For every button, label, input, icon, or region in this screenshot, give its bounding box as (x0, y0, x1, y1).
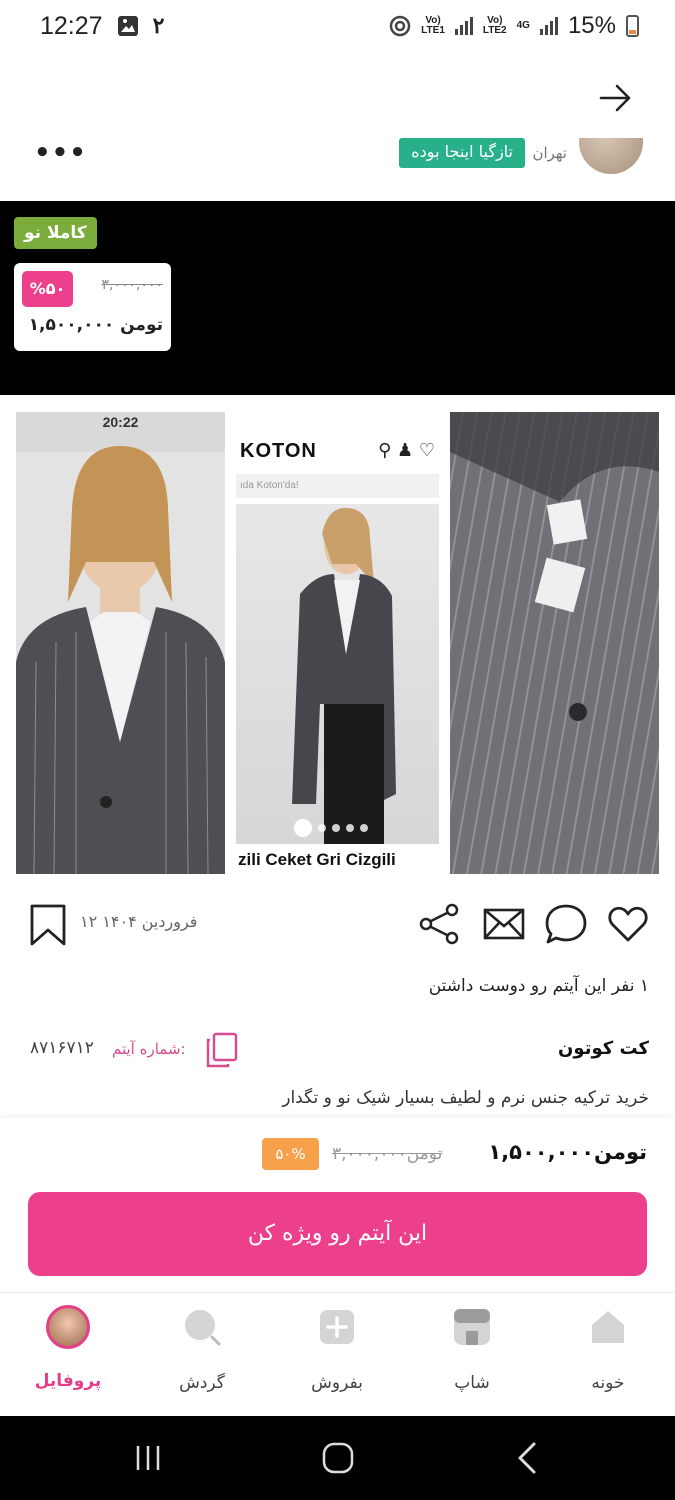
nav-explore[interactable]: گردش (142, 1307, 262, 1393)
photo-brand-logo: KOTON (240, 440, 317, 462)
search-icon (185, 1310, 221, 1346)
seller-activity-badge: تازگیا اینجا بوده (399, 138, 525, 168)
share-icon[interactable] (418, 902, 462, 946)
nav-home[interactable]: خونه (548, 1307, 668, 1393)
profile-avatar (46, 1305, 90, 1349)
sim1-label: Vo) LTE1 (421, 15, 445, 36)
model-jacket-illustration (16, 446, 225, 874)
post-date: ۱۲ فروردین ۱۴۰۴ (80, 912, 198, 931)
title-row: کت کوتون شماره آیتم: ۸۷۱۶۷۱۲ (0, 1030, 675, 1074)
nav-explore-label: گردش (179, 1373, 225, 1393)
more-options-icon[interactable]: ••• (34, 138, 87, 168)
like-heart-icon[interactable] (606, 902, 650, 946)
photo-search-bar: ıda Koton'da! (236, 474, 439, 498)
gallery-notification-icon (117, 16, 138, 36)
product-gallery[interactable]: 20:22 KOTON ⚲ ♟ ♡ ıda Koton'da! zili Cek… (0, 396, 675, 880)
action-row: ۱۲ فروردین ۱۴۰۴ (0, 894, 675, 958)
item-title: کت کوتون (558, 1038, 649, 1059)
item-description: خرید ترکیه جنس نرم و لطیف بسیار شیک نو و… (282, 1088, 649, 1108)
original-price: ۳,۰۰۰,۰۰۰تومن (332, 1144, 443, 1164)
new-price: ۱,۵۰۰,۰۰۰ تومن (28, 315, 163, 335)
signal-2-icon (539, 17, 558, 35)
product-photo-1[interactable]: 20:22 (16, 412, 225, 874)
hotspot-icon (389, 15, 411, 37)
back-arrow-icon[interactable] (597, 80, 633, 116)
home-button-icon[interactable] (318, 1438, 358, 1478)
photo-model-image (236, 504, 439, 844)
jacket-closeup-illustration (450, 412, 659, 721)
discount-badge: %۵۰ (22, 271, 73, 307)
item-number-label: شماره آیتم: (112, 1040, 186, 1058)
discount-badge-bottom: ۵۰% (262, 1138, 319, 1170)
price-card: %۵۰ ۳,۰۰۰,۰۰۰ ۱,۵۰۰,۰۰۰ تومن (14, 263, 171, 351)
nav-home-label: خونه (591, 1373, 625, 1393)
signal-1-icon (454, 17, 473, 35)
seller-avatar[interactable] (579, 138, 643, 174)
product-banner: کاملا نو %۵۰ ۳,۰۰۰,۰۰۰ ۱,۵۰۰,۰۰۰ تومن (0, 201, 675, 395)
nav-sell-label: بفروش (311, 1373, 363, 1393)
comment-icon[interactable] (544, 902, 588, 946)
add-icon (320, 1310, 354, 1344)
product-photo-2[interactable]: KOTON ⚲ ♟ ♡ ıda Koton'da! zili Ceket Gri… (236, 412, 439, 874)
seller-city: تهران (532, 144, 567, 162)
status-time: 12:27 (40, 11, 103, 40)
notification-count: ۲ (152, 13, 165, 38)
system-navigation-bar (0, 1416, 675, 1500)
likes-count-text[interactable]: ۱ نفر این آیتم رو دوست داشتن (429, 976, 649, 996)
status-right: Vo) LTE1 Vo) LTE2 4G 15% (389, 12, 639, 40)
bottom-navigation: خونه شاپ بفروش گردش پروفایل (0, 1292, 675, 1414)
final-price: ۱,۵۰۰,۰۰۰تومن (488, 1140, 647, 1164)
product-photo-3[interactable] (450, 412, 659, 874)
bottom-price-bar: ۱,۵۰۰,۰۰۰تومن ۳,۰۰۰,۰۰۰تومن ۵۰% این آیتم… (0, 1118, 675, 1290)
seller-row: ••• تازگیا اینجا بوده تهران (0, 138, 675, 178)
nav-sell[interactable]: بفروش (277, 1307, 397, 1393)
home-icon (592, 1311, 624, 1343)
item-number: ۸۷۱۶۷۱۲ (30, 1038, 94, 1058)
status-left: 12:27 ۲ (40, 12, 164, 41)
nav-profile-label: پروفایل (34, 1371, 102, 1391)
shop-icon (454, 1309, 490, 1345)
photo-caption: zili Ceket Gri Cizgili (238, 850, 396, 869)
nav-profile[interactable]: پروفایل (8, 1305, 128, 1391)
system-back-icon[interactable] (508, 1438, 548, 1478)
network-type: 4G (516, 20, 530, 31)
message-icon[interactable] (482, 902, 526, 946)
old-price: ۳,۰۰۰,۰۰۰ (101, 277, 163, 293)
condition-tag: کاملا نو (14, 217, 97, 249)
feature-item-button[interactable]: این آیتم رو ویژه کن (28, 1192, 647, 1276)
nav-shop-label: شاپ (454, 1373, 490, 1393)
battery-percent: 15% (567, 12, 616, 39)
battery-icon (626, 15, 639, 37)
sim2-label: Vo) LTE2 (482, 15, 507, 36)
carousel-dots[interactable] (294, 819, 368, 837)
bookmark-icon[interactable] (26, 902, 70, 946)
photo-shop-icons: ⚲ ♟ ♡ (378, 440, 435, 461)
recent-apps-icon[interactable] (128, 1438, 168, 1478)
status-bar: 12:27 ۲ Vo) LTE1 Vo) LTE2 4G 15% (0, 0, 675, 52)
top-bar (0, 60, 675, 138)
copy-icon[interactable] (204, 1032, 238, 1068)
nav-shop[interactable]: شاپ (412, 1307, 532, 1393)
